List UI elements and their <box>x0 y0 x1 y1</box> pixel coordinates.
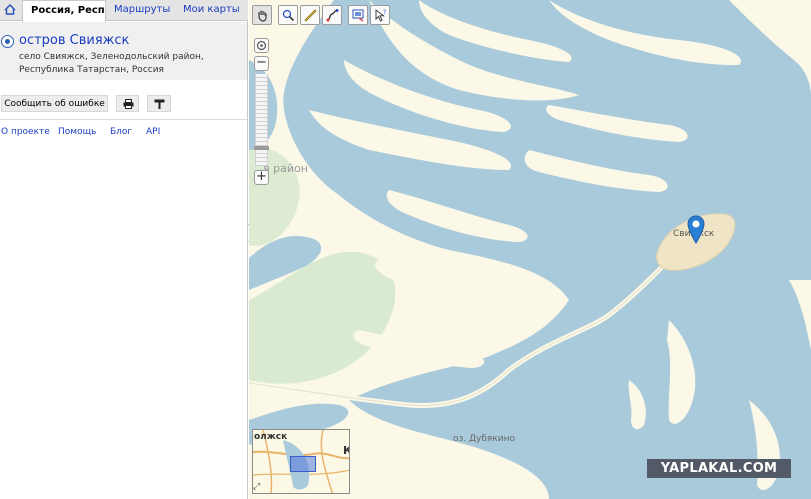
lake-label: оз. Дубякино <box>453 434 516 444</box>
location-pin-icon[interactable] <box>687 215 705 245</box>
zoom-in-button[interactable]: + <box>254 170 269 185</box>
paint-roller-icon <box>154 99 165 109</box>
result-title[interactable]: остров Свияжск <box>19 33 129 48</box>
minimap[interactable]: олжск К <box>252 429 350 494</box>
about-link[interactable]: О проекте <box>1 127 50 137</box>
hand-icon <box>258 10 267 22</box>
district-label: я район <box>263 162 308 175</box>
ruler-icon <box>304 9 317 22</box>
map-canvas[interactable]: я район Свияжск оз. Дубякино <box>249 0 811 499</box>
result-address-line2: Республика Татарстан, Россия <box>19 65 164 75</box>
info-cursor-icon: ? <box>375 9 386 22</box>
hand-tool-button[interactable] <box>252 5 272 25</box>
watermark: YAPLAKAL.COM <box>647 459 791 478</box>
result-radio[interactable] <box>1 35 14 48</box>
print-button[interactable] <box>116 95 139 112</box>
minimap-viewport[interactable] <box>290 456 316 472</box>
print-icon <box>352 9 364 22</box>
tab-bar: Россия, Респуб Маршруты Мои карты <box>0 0 248 22</box>
help-link[interactable]: Помощь <box>58 127 96 137</box>
tab-my-maps[interactable]: Мои карты <box>183 0 245 21</box>
svg-text:?: ? <box>383 9 386 16</box>
sidebar: Россия, Респуб Маршруты Мои карты остров… <box>0 0 248 499</box>
report-error-button[interactable]: Сообщить об ошибке <box>1 95 108 112</box>
minimap-letter-label: К <box>343 444 349 457</box>
zoom-slider-handle[interactable] <box>254 146 269 151</box>
zoom-icon <box>282 9 295 22</box>
zoom-slider-track[interactable] <box>255 74 268 166</box>
tab-home[interactable] <box>0 0 20 21</box>
info-tool-button[interactable]: ? <box>370 5 390 25</box>
api-link[interactable]: API <box>146 127 160 137</box>
minimap-toggle-icon[interactable]: ⤢ <box>253 482 260 492</box>
printer-icon <box>123 99 134 109</box>
route-tool-button[interactable] <box>322 5 342 25</box>
paint-button[interactable] <box>147 95 171 112</box>
map-tiles <box>249 0 811 499</box>
minimap-city-label: олжск <box>254 432 288 442</box>
zoom-out-button[interactable]: − <box>254 56 269 71</box>
zoom-tool-button[interactable] <box>278 5 298 25</box>
tab-search[interactable]: Россия, Респуб <box>22 0 106 22</box>
route-icon <box>326 9 339 22</box>
result-address-line1: село Свияжск, Зеленодольский район, <box>19 52 204 62</box>
tab-routes[interactable]: Маршруты <box>114 0 170 21</box>
divider <box>0 119 247 120</box>
map-print-button[interactable] <box>348 5 368 25</box>
zoom-reset-button[interactable] <box>254 38 269 53</box>
compass-icon <box>256 40 267 51</box>
home-icon <box>4 4 16 15</box>
ruler-tool-button[interactable] <box>300 5 320 25</box>
search-result[interactable]: остров Свияжск село Свияжск, Зеленодольс… <box>0 22 247 80</box>
blog-link[interactable]: Блог <box>110 127 132 137</box>
